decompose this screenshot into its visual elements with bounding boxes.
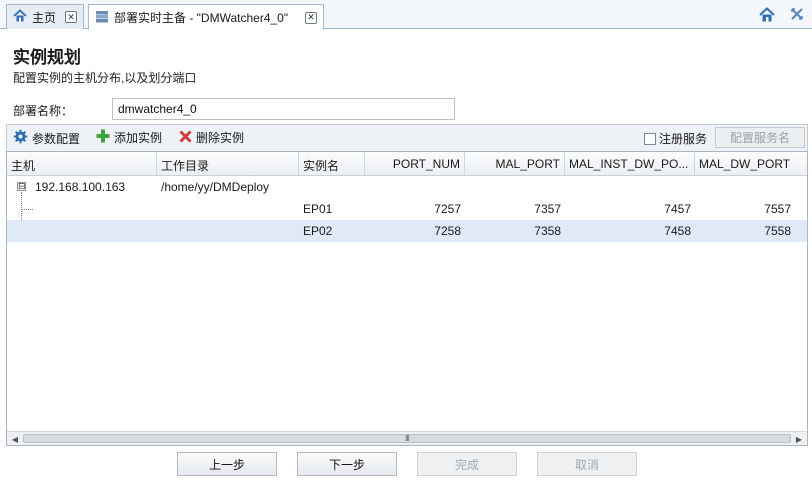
tab-bar: 主页 ✕ 部署实时主备 - "DMWatcher4_0" ✕: [0, 0, 812, 30]
instance-name: EP01: [303, 202, 333, 216]
home-icon[interactable]: [757, 5, 777, 23]
page-subtitle: 配置实例的主机分布,以及划分端口: [13, 71, 197, 85]
host-workdir: /home/yy/DMDeploy: [161, 180, 270, 194]
home-icon: [13, 9, 27, 25]
param-config-button[interactable]: 参数配置: [13, 129, 80, 147]
mal-port: 7357: [534, 202, 561, 216]
grid-header: 主机 工作目录 实例名 PORT_NUM MAL_PORT MAL_INST_D…: [7, 152, 807, 176]
param-config-label: 参数配置: [32, 131, 81, 146]
deploy-name-label: 部署名称：: [13, 104, 74, 118]
checkbox-box[interactable]: [644, 132, 656, 145]
table-row[interactable]: EP01 7257 7357 7457 7557: [7, 198, 807, 220]
scroll-right-icon[interactable]: ▶: [792, 433, 806, 445]
mal-port: 7358: [534, 224, 561, 238]
tab-home[interactable]: 主页 ✕: [6, 4, 84, 29]
column-header-workdir[interactable]: 工作目录: [157, 152, 299, 176]
mal-inst-dw-port: 7458: [664, 224, 691, 238]
mal-dw-port: 7558: [764, 224, 791, 238]
restore-icon[interactable]: [787, 5, 807, 23]
mal-dw-port: 7557: [764, 202, 791, 216]
column-header-mal-port[interactable]: MAL_PORT: [465, 152, 565, 176]
register-service-checkbox[interactable]: 注册服务: [644, 130, 707, 147]
column-header-mal-dw-port[interactable]: MAL_DW_PORT: [695, 152, 807, 176]
horizontal-scrollbar[interactable]: ◀ III ▶: [7, 431, 807, 445]
gear-icon: [13, 129, 28, 147]
host-row[interactable]: ⊟ 192.168.100.163 /home/yy/DMDeploy: [7, 176, 807, 198]
delete-icon: [179, 129, 192, 146]
scroll-left-icon[interactable]: ◀: [8, 433, 22, 445]
add-instance-label: 添加实例: [114, 131, 163, 145]
tab-home-label: 主页: [32, 10, 57, 25]
column-header-instance[interactable]: 实例名: [299, 152, 365, 176]
host-ip: 192.168.100.163: [35, 180, 126, 194]
register-service-label: 注册服务: [659, 132, 708, 146]
instance-grid: 主机 工作目录 实例名 PORT_NUM MAL_PORT MAL_INST_D…: [6, 151, 808, 446]
tab-deploy-label: 部署实时主备 - "DMWatcher4_0": [114, 11, 289, 25]
plus-icon: [96, 129, 110, 146]
deploy-name-input[interactable]: [112, 98, 455, 120]
delete-instance-label: 删除实例: [196, 131, 245, 145]
port-num: 7258: [434, 224, 461, 238]
next-button[interactable]: 下一步: [297, 452, 397, 476]
close-icon[interactable]: ✕: [305, 11, 317, 24]
close-icon[interactable]: ✕: [65, 11, 77, 23]
prev-button[interactable]: 上一步: [177, 452, 277, 476]
table-row[interactable]: EP02 7258 7358 7458 7558: [7, 220, 807, 242]
add-instance-button[interactable]: 添加实例: [96, 129, 162, 146]
mal-inst-dw-port: 7457: [664, 202, 691, 216]
configure-service-button[interactable]: 配置服务名: [715, 127, 805, 148]
column-header-port-num[interactable]: PORT_NUM: [365, 152, 465, 176]
delete-instance-button[interactable]: 删除实例: [179, 129, 244, 146]
port-num: 7257: [434, 202, 461, 216]
scrollbar-thumb[interactable]: III: [23, 434, 791, 443]
finish-button[interactable]: 完成: [417, 452, 517, 476]
page-title: 实例规划: [13, 48, 81, 67]
toolbar: 参数配置 添加实例 删除实例 注册服务 配置服务名: [6, 124, 808, 151]
server-icon: [95, 10, 109, 26]
column-header-host[interactable]: 主机: [7, 152, 157, 176]
tab-deploy[interactable]: 部署实时主备 - "DMWatcher4_0" ✕: [88, 4, 324, 30]
column-header-mal-inst-dw-port[interactable]: MAL_INST_DW_PO...: [565, 152, 695, 176]
instance-name: EP02: [303, 224, 333, 238]
cancel-button[interactable]: 取消: [537, 452, 637, 476]
collapse-icon[interactable]: ⊟: [17, 182, 26, 191]
